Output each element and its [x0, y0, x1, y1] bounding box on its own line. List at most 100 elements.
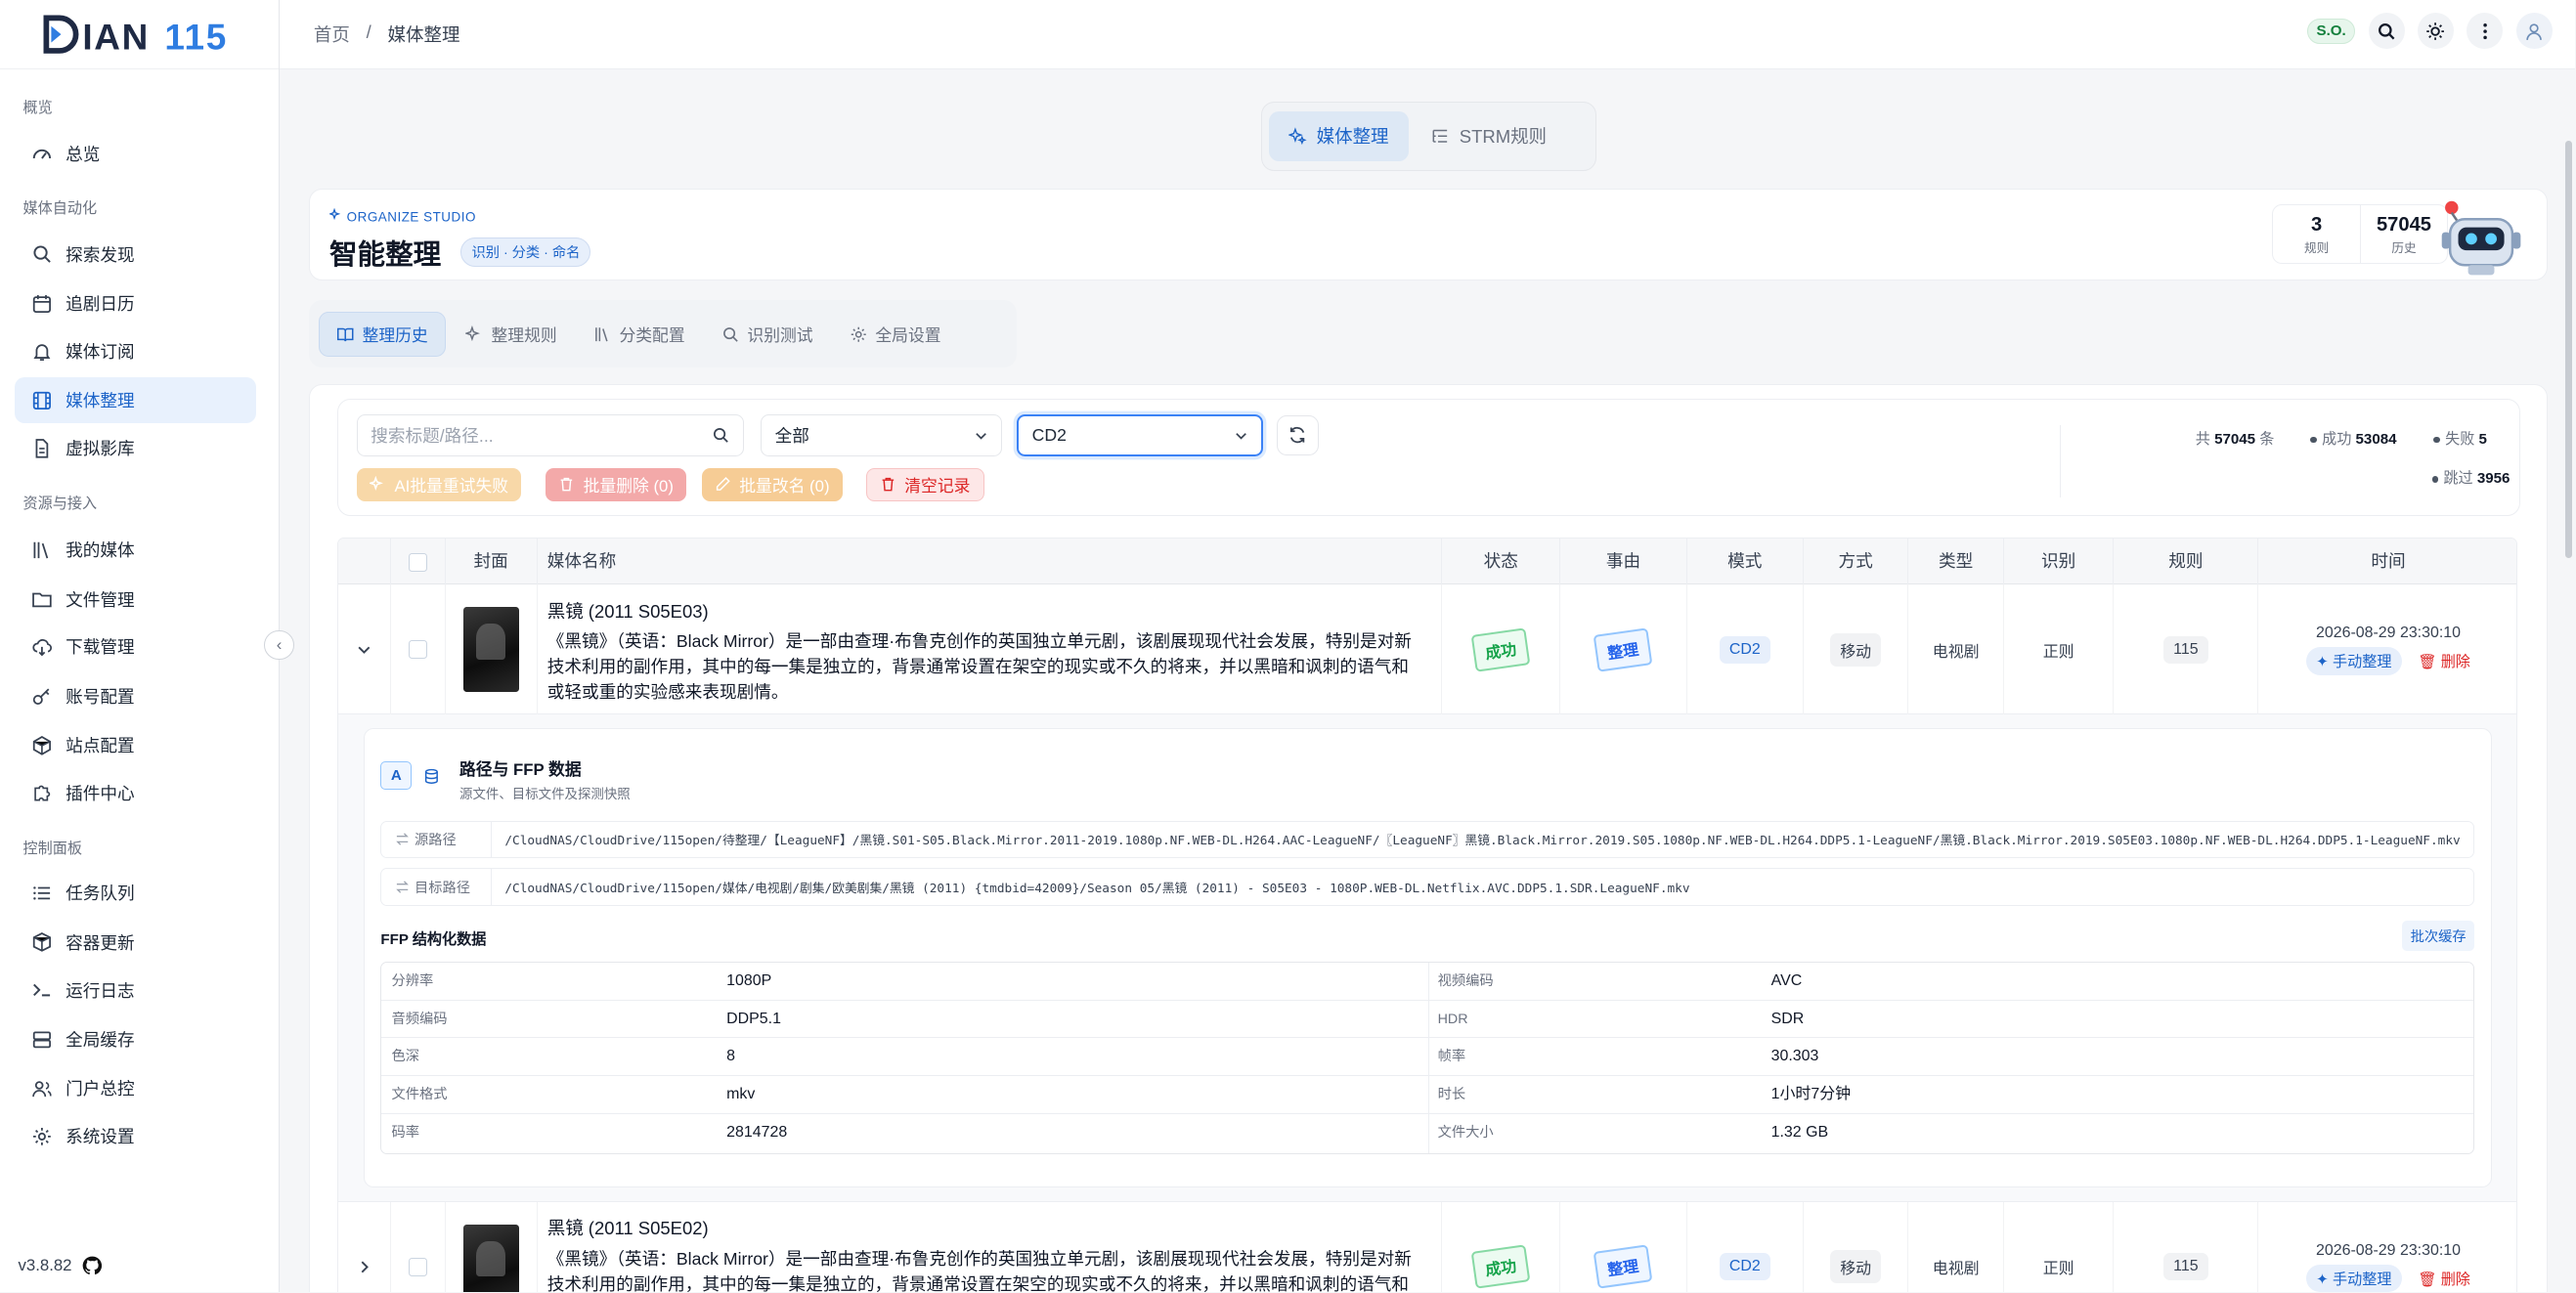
manual-organize-label: 手动整理 — [2333, 654, 2392, 671]
sidebar-item-organize[interactable]: 媒体整理 — [15, 377, 257, 424]
sidebar-item-cache[interactable]: 全局缓存 — [15, 1016, 256, 1062]
tab-recog-test[interactable]: 识别测试 — [705, 312, 830, 356]
stat-rules-label: 规则 — [2304, 241, 2330, 256]
th-cover: 封面 — [446, 539, 538, 585]
batch-delete-button[interactable]: 批量删除 (0) — [546, 468, 687, 501]
dian115-logo: IAN 115 — [43, 15, 226, 54]
th-select-all — [391, 539, 446, 585]
clear-records-button[interactable]: 清空记录 — [865, 468, 984, 501]
sidebar-item-settings[interactable]: 系统设置 — [15, 1113, 256, 1159]
ai-retry-failed-button[interactable]: AI批量重试失败 — [356, 468, 522, 501]
search-button[interactable] — [2368, 13, 2405, 50]
ffp-value: 1.32 GB — [1770, 1123, 1829, 1141]
sidebar-item-dashboard[interactable]: 总览 — [15, 131, 256, 177]
select-all-checkbox[interactable] — [409, 553, 427, 572]
sidebar-item-subscriptions[interactable]: 媒体订阅 — [15, 328, 256, 374]
batch-rename-button[interactable]: 批量改名 (0) — [701, 468, 844, 501]
sidebar-item-accounts[interactable]: 账号配置 — [15, 673, 256, 719]
reason-stamp: 整理 — [1594, 626, 1653, 672]
type-cell: 电视剧 — [1908, 1202, 2004, 1293]
ffp-value: mkv — [726, 1085, 756, 1102]
user-avatar-button[interactable] — [2515, 13, 2553, 50]
chevron-right-icon — [361, 1261, 370, 1273]
summary-total: 共 57045 条 — [2196, 427, 2275, 449]
mode-organize-button[interactable]: 媒体整理 — [1268, 111, 1409, 161]
batch-cache-button[interactable]: 批次缓存 — [2402, 921, 2475, 952]
user-icon — [2526, 23, 2542, 40]
sidebar-item-plugins[interactable]: 插件中心 — [15, 770, 256, 816]
reason-cell: 整理 — [1560, 584, 1687, 715]
history-table: 封面 媒体名称 状态 事由 模式 方式 类型 识别 规则 时间 黑镜 (2011 — [337, 538, 2517, 1293]
ffp-key: 分辨率 — [391, 973, 434, 990]
page-scrollbar[interactable] — [2565, 141, 2572, 559]
sidebar-item-virtual-library[interactable]: 虚拟影库 — [15, 425, 256, 471]
app-logo[interactable]: IAN 115 — [0, 0, 279, 69]
sidebar-item-sites[interactable]: 站点配置 — [15, 722, 256, 768]
tab-category-label: 分类配置 — [619, 325, 685, 345]
tab-rules[interactable]: 整理规则 — [449, 312, 574, 356]
list-icon — [33, 886, 51, 900]
ffp-value: 30.303 — [1770, 1048, 1819, 1065]
summary-counts: 共 57045 条 成功 53084 失败 5 跳过 3956 — [2060, 425, 2510, 498]
mode-select[interactable]: CD2 — [1017, 413, 1264, 457]
table-header: 封面 媒体名称 状态 事由 模式 方式 类型 识别 规则 时间 — [338, 539, 2516, 585]
version-text: v3.8.82 — [18, 1256, 72, 1275]
row-checkbox[interactable] — [409, 640, 427, 659]
table-row[interactable]: 黑镜 (2011 S05E03) 《黑镜》（英语：Black Mirror）是一… — [338, 584, 2516, 715]
mode-cell: CD2 — [1687, 1202, 1804, 1293]
cover-image[interactable] — [462, 1224, 519, 1293]
source-path-value[interactable]: /CloudNAS/CloudDrive/115open/待整理/【League… — [492, 830, 2460, 848]
more-menu-button[interactable] — [2467, 13, 2504, 50]
row-detail: A 路径与 FFP 数据 源文件、目标文件及探测快照 源路径 /CloudNAS… — [338, 714, 2516, 1203]
status-cell: 成功 — [1442, 584, 1561, 715]
path-ffp-card: A 路径与 FFP 数据 源文件、目标文件及探测快照 源路径 /CloudNAS… — [363, 727, 2492, 1187]
status-badge[interactable]: S.O. — [2307, 19, 2356, 44]
topbar: 首页 / 媒体整理 S.O. — [279, 0, 2576, 69]
github-icon[interactable] — [82, 1256, 102, 1275]
cover-image[interactable] — [462, 607, 519, 693]
table-row[interactable]: 黑镜 (2011 S05E02) 《黑镜》（英语：Black Mirror）是一… — [338, 1202, 2516, 1293]
tab-global-settings[interactable]: 全局设置 — [833, 312, 958, 356]
method-cell: 移动 — [1804, 1202, 1909, 1293]
sidebar-item-calendar[interactable]: 追剧日历 — [15, 280, 256, 326]
delete-record-button[interactable]: 🗑 删除 — [2418, 650, 2470, 671]
ffp-key: HDR — [1437, 1011, 1468, 1027]
theme-toggle-button[interactable] — [2417, 13, 2454, 50]
ffp-grid: 分辨率 1080P 视频编码 AVC 音频编码 DDP5.1 HDR SDR 色… — [380, 962, 2475, 1154]
refresh-button[interactable] — [1276, 415, 1320, 455]
mode-strm-button[interactable]: STRM规则 — [1412, 111, 1566, 160]
sidebar-item-label: 媒体整理 — [65, 391, 135, 411]
sidebar-item-discover[interactable]: 探索发现 — [15, 232, 256, 278]
manual-organize-button[interactable]: ✦ 手动整理 — [2306, 1264, 2402, 1293]
target-path-value[interactable]: /CloudNAS/CloudDrive/115open/媒体/电视剧/剧集/欧… — [492, 878, 1689, 896]
sidebar-item-tasks[interactable]: 任务队列 — [15, 870, 256, 916]
sun-icon — [2426, 22, 2445, 40]
ffp-key: 文件大小 — [1437, 1124, 1494, 1141]
ffp-key: 帧率 — [1437, 1049, 1466, 1065]
sidebar-item-label: 插件中心 — [65, 783, 135, 803]
ffp-key: 时长 — [1437, 1086, 1466, 1102]
sidebar-item-portal[interactable]: 门户总控 — [15, 1065, 256, 1111]
sidebar-item-logs[interactable]: 运行日志 — [15, 968, 256, 1013]
recog-cell: 正则 — [2004, 1202, 2115, 1293]
delete-record-button[interactable]: 🗑 删除 — [2418, 1268, 2470, 1289]
tab-history[interactable]: 整理历史 — [318, 312, 446, 357]
sidebar-item-downloads[interactable]: 下载管理 — [15, 624, 256, 669]
sidebar-item-container-update[interactable]: 容器更新 — [15, 920, 256, 966]
sidebar-item-files[interactable]: 文件管理 — [15, 577, 256, 623]
batch-delete-label: 批量删除 (0) — [583, 476, 674, 496]
sidebar-item-my-media[interactable]: 我的媒体 — [15, 527, 256, 573]
search-input[interactable]: 搜索标题/路径... — [356, 413, 745, 457]
tab-category[interactable]: 分类配置 — [577, 312, 702, 356]
manual-organize-button[interactable]: ✦ 手动整理 — [2306, 646, 2402, 675]
row-toggle[interactable] — [338, 1202, 392, 1293]
breadcrumb-home[interactable]: 首页 — [314, 22, 350, 47]
mode-pill: CD2 — [1719, 1253, 1770, 1281]
delete-record-label: 删除 — [2440, 654, 2470, 671]
sparkles-icon — [1288, 127, 1307, 146]
row-toggle[interactable] — [338, 584, 392, 715]
studio-stats: 3 规则 57045 历史 — [2272, 204, 2449, 264]
status-select[interactable]: 全部 — [761, 413, 1003, 457]
row-checkbox[interactable] — [409, 1258, 427, 1276]
library-icon — [33, 541, 49, 559]
